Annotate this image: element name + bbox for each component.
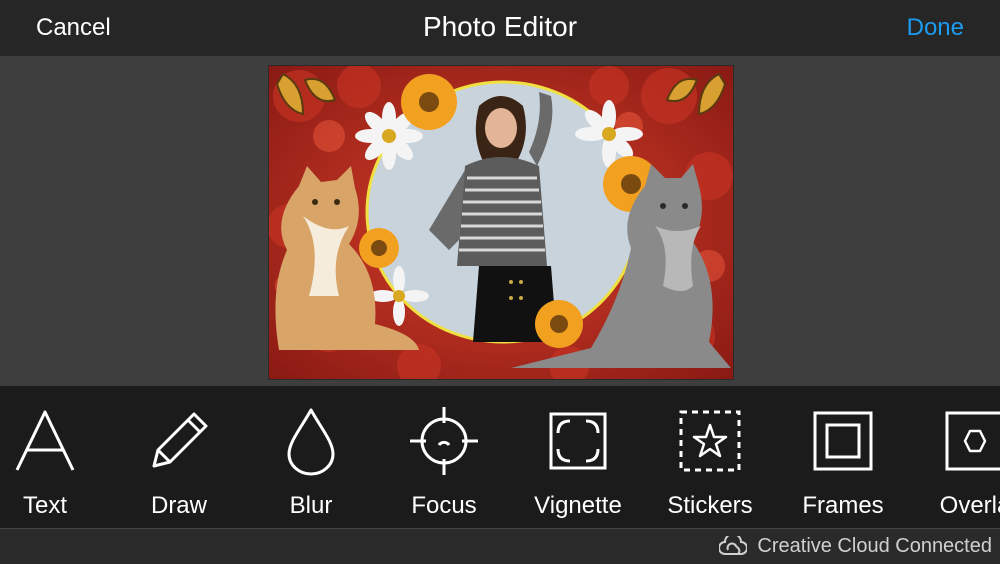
vignette-icon	[549, 412, 607, 470]
tool-label-text: Text	[22, 492, 67, 519]
creative-cloud-label: Creative Cloud Connected	[757, 535, 992, 557]
drop-icon	[287, 408, 335, 476]
tool-blur[interactable]: Blur	[246, 386, 376, 528]
page-title: Photo Editor	[422, 11, 578, 42]
tool-label-blur: Blur	[289, 492, 333, 519]
tool-text[interactable]: Text	[0, 386, 110, 528]
tool-vignette[interactable]: Vignette	[513, 386, 643, 528]
top-navigation-bar: Cancel Photo Editor Done	[0, 0, 1000, 56]
crosshair-icon	[410, 407, 478, 475]
tool-strip: Text Draw Blur Focus Vignette Stickers F…	[0, 386, 1000, 528]
tool-draw[interactable]: Draw	[114, 386, 244, 528]
text-icon	[15, 410, 75, 471]
pencil-icon	[152, 412, 208, 468]
tool-label-overlays: Overla	[939, 492, 1000, 519]
tool-focus[interactable]: Focus	[379, 386, 509, 528]
tool-overlays[interactable]: Overla	[910, 386, 1000, 528]
tool-label-focus: Focus	[411, 492, 477, 519]
tool-label-draw: Draw	[150, 492, 207, 519]
photo-canvas	[0, 56, 1000, 386]
hexagon-icon	[945, 411, 1000, 471]
status-bar: Creative Cloud Connected	[0, 528, 1000, 564]
frame-icon	[813, 411, 873, 471]
photo-preview-image	[269, 66, 733, 379]
tool-stickers[interactable]: Stickers	[645, 386, 775, 528]
creative-cloud-icon	[719, 535, 748, 555]
tool-label-stickers: Stickers	[667, 492, 753, 519]
star-sticker-icon	[679, 410, 741, 472]
tool-frames[interactable]: Frames	[778, 386, 908, 528]
tool-label-vignette: Vignette	[534, 492, 622, 519]
creative-cloud-status: Creative Cloud Connected	[719, 535, 992, 558]
done-button[interactable]: Done	[907, 14, 964, 42]
edited-photo[interactable]	[268, 65, 734, 380]
tool-label-frames: Frames	[802, 492, 884, 519]
